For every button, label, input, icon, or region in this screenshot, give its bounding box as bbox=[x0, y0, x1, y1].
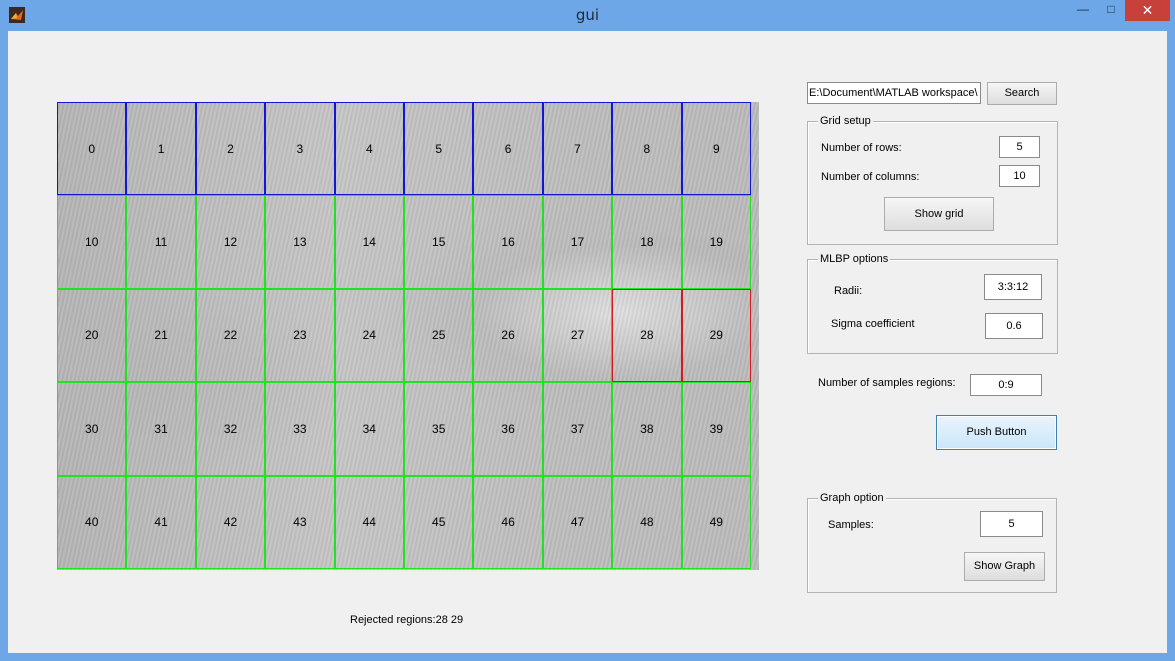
grid-region-32[interactable]: 32 bbox=[195, 382, 266, 476]
grid-region-45[interactable]: 45 bbox=[404, 475, 474, 569]
grid-region-29[interactable]: 29 bbox=[681, 288, 751, 383]
grid-region-33[interactable]: 33 bbox=[265, 382, 335, 476]
grid-region-16[interactable]: 16 bbox=[473, 195, 543, 289]
grid-region-23[interactable]: 23 bbox=[265, 288, 335, 383]
grid-region-22[interactable]: 22 bbox=[195, 288, 266, 383]
grid-region-38[interactable]: 38 bbox=[612, 382, 682, 476]
grid-region-17[interactable]: 17 bbox=[542, 195, 613, 289]
grid-region-41[interactable]: 41 bbox=[126, 475, 196, 569]
grid-region-18[interactable]: 18 bbox=[612, 195, 682, 289]
grid-region-24[interactable]: 24 bbox=[334, 288, 404, 383]
grid-region-25[interactable]: 25 bbox=[404, 288, 474, 383]
grid-region-10[interactable]: 10 bbox=[57, 195, 127, 289]
path-input[interactable]: E:\Document\MATLAB workspace\ bbox=[807, 82, 981, 104]
image-axes[interactable]: 0 1 2 3 4 5 6 7 8 9 10 11 12 13 14 15 16 17 18 19 20 21 22 23 24… bbox=[57, 102, 759, 570]
minimize-button[interactable]: — bbox=[1070, 0, 1096, 21]
rejected-regions-text: Rejected regions:28 29 bbox=[350, 614, 464, 626]
grid-region-37[interactable]: 37 bbox=[542, 382, 613, 476]
push-button[interactable]: Push Button bbox=[936, 415, 1057, 450]
radii-label: Radii: bbox=[834, 285, 863, 297]
grid-region-44[interactable]: 44 bbox=[334, 475, 404, 569]
grid-region-7[interactable]: 7 bbox=[542, 102, 613, 196]
grid-region-36[interactable]: 36 bbox=[473, 382, 543, 476]
grid-region-47[interactable]: 47 bbox=[542, 475, 613, 569]
grid-region-11[interactable]: 11 bbox=[126, 195, 196, 289]
columns-field[interactable]: 10 bbox=[999, 165, 1040, 187]
grid-region-35[interactable]: 35 bbox=[404, 382, 474, 476]
grid-region-14[interactable]: 14 bbox=[334, 195, 404, 289]
grid-region-13[interactable]: 13 bbox=[265, 195, 335, 289]
grid-region-27[interactable]: 27 bbox=[542, 288, 613, 383]
grid-region-46[interactable]: 46 bbox=[473, 475, 543, 569]
grid-region-5[interactable]: 5 bbox=[404, 102, 474, 196]
search-button[interactable]: Search bbox=[987, 82, 1057, 105]
samples-regions-field[interactable]: 0:9 bbox=[970, 374, 1042, 396]
sigma-label: Sigma coefficient bbox=[831, 318, 915, 330]
grid-region-12[interactable]: 12 bbox=[195, 195, 266, 289]
show-graph-button[interactable]: Show Graph bbox=[964, 552, 1045, 581]
grid-region-6[interactable]: 6 bbox=[473, 102, 543, 196]
grid-region-9[interactable]: 9 bbox=[681, 102, 751, 196]
title-bar: gui — □ ✕ bbox=[0, 0, 1175, 31]
grid-region-43[interactable]: 43 bbox=[265, 475, 335, 569]
grid-region-20[interactable]: 20 bbox=[57, 288, 127, 383]
radii-field[interactable]: 3:3:12 bbox=[984, 274, 1042, 300]
samples-label: Samples: bbox=[828, 519, 874, 531]
grid-region-31[interactable]: 31 bbox=[126, 382, 196, 476]
window-title: gui bbox=[575, 6, 600, 24]
graph-option-title: Graph option bbox=[818, 492, 886, 505]
show-grid-button[interactable]: Show grid bbox=[884, 197, 994, 231]
grid-region-39[interactable]: 39 bbox=[681, 382, 751, 476]
rows-field[interactable]: 5 bbox=[999, 136, 1040, 158]
grid-region-3[interactable]: 3 bbox=[265, 102, 335, 196]
grid-region-28[interactable]: 28 bbox=[612, 288, 682, 383]
grid-region-2[interactable]: 2 bbox=[195, 102, 266, 196]
grid-region-49[interactable]: 49 bbox=[681, 475, 751, 569]
grid-region-30[interactable]: 30 bbox=[57, 382, 127, 476]
grid-region-19[interactable]: 19 bbox=[681, 195, 751, 289]
grid-region-42[interactable]: 42 bbox=[195, 475, 266, 569]
grid-region-0[interactable]: 0 bbox=[57, 102, 127, 196]
mlbp-options-title: MLBP options bbox=[818, 253, 891, 266]
grid-region-8[interactable]: 8 bbox=[612, 102, 682, 196]
region-grid: 0 1 2 3 4 5 6 7 8 9 10 11 12 13 14 15 16 17 18 19 20 21 22 23 24… bbox=[57, 102, 751, 569]
grid-region-21[interactable]: 21 bbox=[126, 288, 196, 383]
grid-region-40[interactable]: 40 bbox=[57, 475, 127, 569]
maximize-button[interactable]: □ bbox=[1098, 0, 1124, 21]
sigma-field[interactable]: 0.6 bbox=[985, 313, 1043, 339]
grid-setup-title: Grid setup bbox=[818, 115, 873, 128]
figure-window: 0 1 2 3 4 5 6 7 8 9 10 11 12 13 14 15 16 17 18 19 20 21 22 23 24… bbox=[8, 31, 1167, 653]
rows-label: Number of rows: bbox=[821, 142, 902, 154]
grid-region-48[interactable]: 48 bbox=[612, 475, 682, 569]
samples-field[interactable]: 5 bbox=[980, 511, 1043, 537]
grid-region-4[interactable]: 4 bbox=[334, 102, 404, 196]
grid-region-34[interactable]: 34 bbox=[334, 382, 404, 476]
columns-label: Number of columns: bbox=[821, 171, 920, 183]
samples-regions-label: Number of samples regions: bbox=[818, 377, 956, 389]
grid-region-1[interactable]: 1 bbox=[126, 102, 196, 196]
close-button[interactable]: ✕ bbox=[1125, 0, 1170, 21]
grid-region-15[interactable]: 15 bbox=[404, 195, 474, 289]
grid-region-26[interactable]: 26 bbox=[473, 288, 543, 383]
